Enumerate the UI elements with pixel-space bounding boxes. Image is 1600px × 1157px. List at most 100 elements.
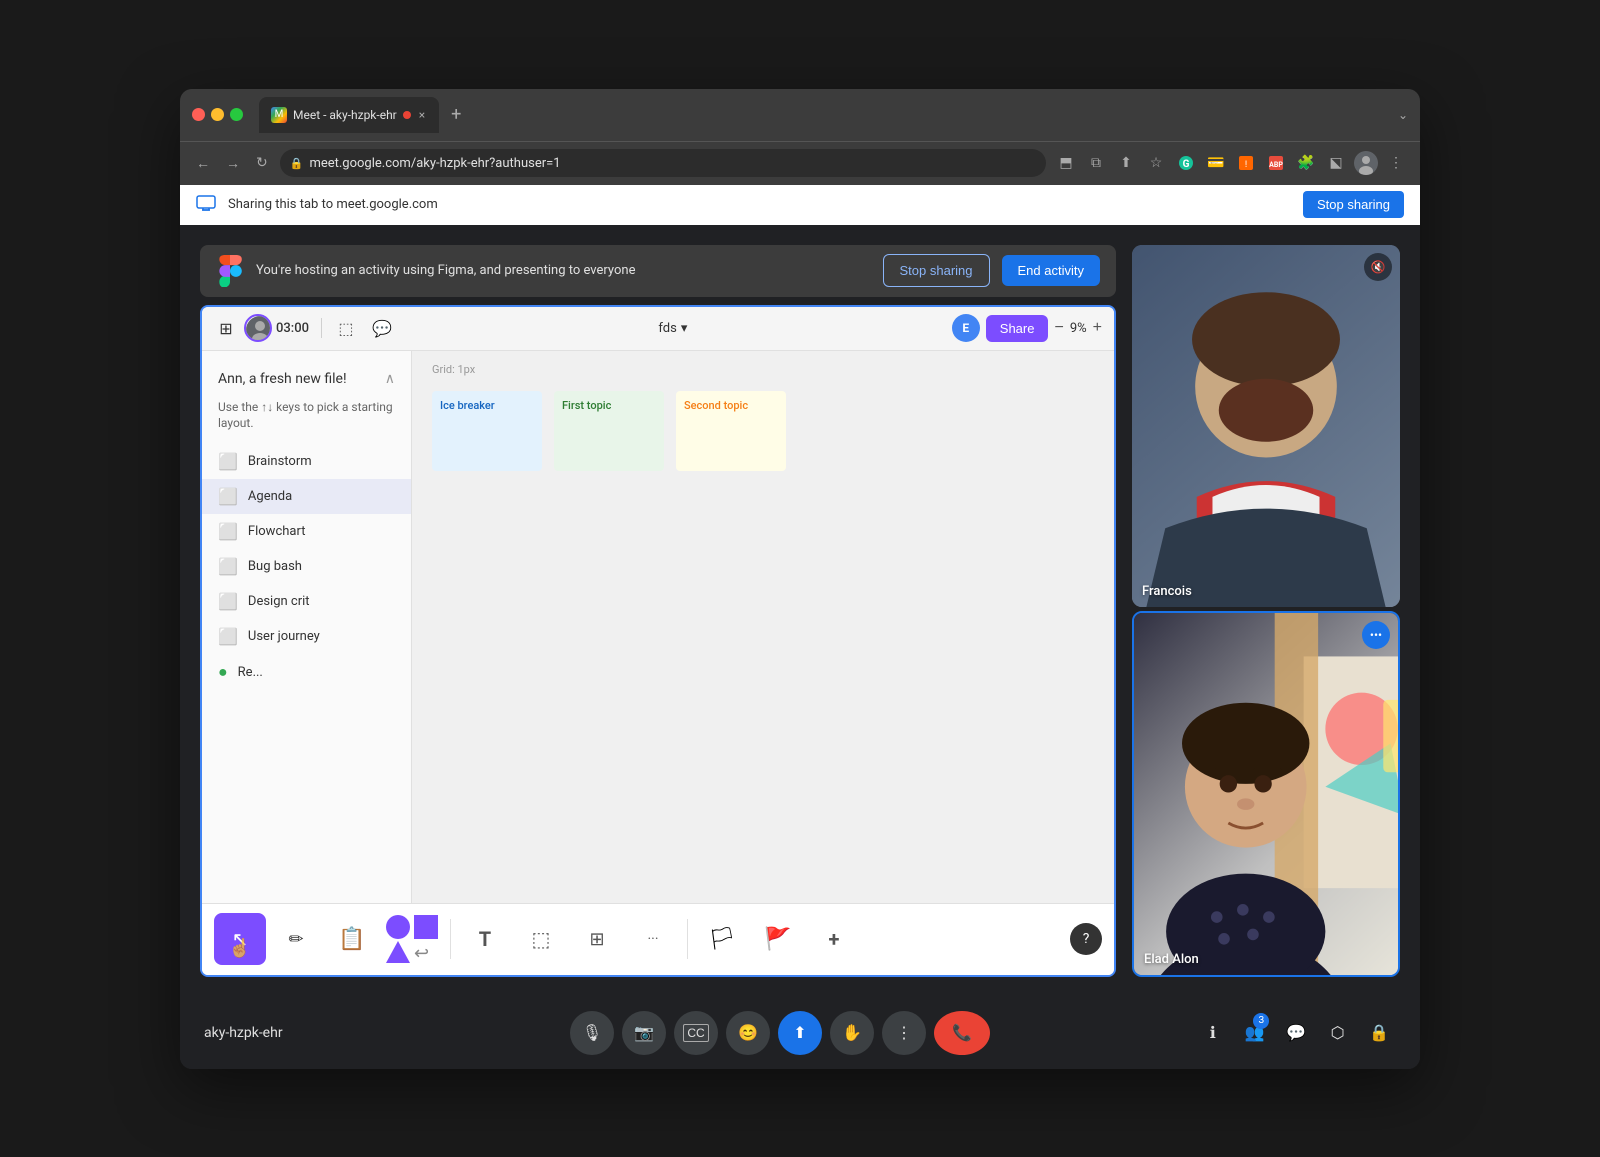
elad-more-button[interactable]: ••• — [1362, 621, 1390, 649]
camera-button[interactable]: 📷 — [622, 1011, 666, 1055]
figma-user-avatar-small — [244, 314, 272, 342]
ext-abp-icon[interactable]: ABP — [1264, 151, 1288, 175]
present-button[interactable]: ⬆ — [778, 1011, 822, 1055]
pip-icon[interactable]: ⧉ — [1084, 151, 1108, 175]
userjourney-icon: ⬜ — [218, 627, 238, 646]
figma-sticker-2[interactable]: 🚩 — [752, 913, 804, 965]
figma-tool-group-right: E Share − 9% + — [952, 314, 1102, 342]
end-activity-button[interactable]: End activity — [1002, 255, 1100, 286]
figma-text-tool[interactable]: T — [459, 913, 511, 965]
figma-tool-group-left: ⊞ 03:00 — [214, 314, 309, 342]
activity-text: You're hosting an activity using Figma, … — [256, 263, 871, 278]
tool-separator-2 — [687, 919, 688, 959]
figma-help-button[interactable]: ? — [1070, 923, 1102, 955]
tool-separator-1 — [450, 919, 451, 959]
sticky-note-secondtopic[interactable]: Second topic — [676, 391, 786, 471]
ext-icon-1[interactable]: ! — [1234, 151, 1258, 175]
sticker2-icon: 🚩 — [764, 927, 791, 952]
activities-button[interactable]: ⬡ — [1321, 1011, 1355, 1055]
text-icon: T — [479, 927, 491, 951]
forward-button[interactable]: → — [222, 151, 244, 176]
stop-sharing-browser-button[interactable]: Stop sharing — [1303, 191, 1404, 218]
figma-zoom-out-button[interactable]: − — [1054, 319, 1063, 337]
cast-icon[interactable]: ⬒ — [1054, 151, 1078, 175]
figma-pencil-tool[interactable]: ✏ — [270, 913, 322, 965]
sidebar-item-userjourney[interactable]: ⬜ User journey — [202, 619, 411, 654]
figma-filename-arrow[interactable]: ▾ — [681, 321, 688, 336]
figma-menu-icon[interactable]: ⊞ — [214, 316, 238, 340]
bookmark-icon[interactable]: ☆ — [1144, 151, 1168, 175]
figma-share-button[interactable]: Share — [986, 315, 1049, 342]
sidebar-item-bugbash[interactable]: ⬜ Bug bash — [202, 549, 411, 584]
chat-icon: 💬 — [1286, 1023, 1306, 1043]
close-window-button[interactable] — [192, 108, 205, 121]
figma-frame-icon[interactable]: ⬚ — [334, 316, 358, 340]
figma-table-tool[interactable]: ⊞ — [571, 913, 623, 965]
circle-shape — [386, 915, 410, 939]
video-name-elad: Elad Alon — [1144, 952, 1199, 967]
figma-more-tools[interactable]: ··· — [627, 913, 679, 965]
refresh-button[interactable]: ↻ — [252, 151, 272, 175]
figma-sticker-1[interactable]: 🏳 — [696, 913, 748, 965]
shapes-icon: 📋 — [338, 927, 365, 952]
share-page-icon[interactable]: ⬆ — [1114, 151, 1138, 175]
back-button[interactable]: ← — [192, 151, 214, 176]
wallet-icon[interactable]: 💳 — [1204, 151, 1228, 175]
people-button[interactable]: 👥 3 — [1238, 1011, 1272, 1055]
svg-text:G: G — [1183, 159, 1190, 170]
stop-sharing-meet-button[interactable]: Stop sharing — [883, 254, 990, 287]
agenda-icon: ⬜ — [218, 487, 238, 506]
square-shape — [414, 915, 438, 939]
chat-button[interactable]: 💬 — [1279, 1011, 1313, 1055]
sticky-note-firsttopic[interactable]: First topic — [554, 391, 664, 471]
sidebar-item-designcrit[interactable]: ⬜ Design crit — [202, 584, 411, 619]
maximize-window-button[interactable] — [230, 108, 243, 121]
more-tools-icon: ··· — [648, 931, 659, 947]
profile-avatar[interactable] — [1354, 151, 1378, 175]
emoji-button[interactable]: 😊 — [726, 1011, 770, 1055]
chrome-menu-icon[interactable]: ⋮ — [1384, 151, 1408, 175]
new-tab-button[interactable]: + — [451, 104, 461, 125]
figma-shapes-tool[interactable]: 📋 — [326, 913, 378, 965]
figma-add-more[interactable]: + — [808, 913, 860, 965]
meeting-info-button[interactable]: ℹ — [1196, 1011, 1230, 1055]
help-icon: ? — [1083, 931, 1090, 947]
sidebar-toggle-icon[interactable]: ⬕ — [1324, 151, 1348, 175]
sidebar-item-brainstorm[interactable]: ⬜ Brainstorm — [202, 444, 411, 479]
end-call-button[interactable]: 📞 — [934, 1011, 990, 1055]
host-controls-button[interactable]: 🔒 — [1362, 1011, 1396, 1055]
url-bar[interactable]: 🔒 meet.google.com/aky-hzpk-ehr?authuser=… — [280, 149, 1046, 177]
arrow-shape: ↩ — [414, 943, 438, 963]
tab-close-button[interactable]: × — [417, 108, 427, 122]
microphone-button[interactable]: 🎙 — [570, 1011, 614, 1055]
sidebar-item-re[interactable]: ● Re... — [202, 654, 411, 690]
figma-canvas: ⊞ 03:00 — [200, 305, 1116, 977]
browser-tab[interactable]: M Meet - aky-hzpk-ehr × — [259, 97, 439, 133]
figma-shapes-group[interactable]: ↩ — [382, 913, 442, 965]
sidebar-item-flowchart[interactable]: ⬜ Flowchart — [202, 514, 411, 549]
figma-zoom-in-button[interactable]: + — [1093, 319, 1102, 337]
meet-main: You're hosting an activity using Figma, … — [180, 225, 1420, 997]
figma-content-area: Ann, a fresh new file! ∧ Use the ↑↓ keys… — [202, 351, 1114, 903]
grammarly-icon[interactable]: G — [1174, 151, 1198, 175]
sticky-note-icebreaker[interactable]: Ice breaker — [432, 391, 542, 471]
figma-frame-tool[interactable]: ⬚ — [515, 913, 567, 965]
figma-select-tool[interactable]: ↖ ☝ — [214, 913, 266, 965]
video-panel-elad: Elad Alon ••• — [1132, 611, 1400, 977]
video-panels: Francois 🔇 — [1132, 245, 1400, 977]
figma-sidebar: Ann, a fresh new file! ∧ Use the ↑↓ keys… — [202, 351, 412, 903]
more-options-button[interactable]: ⋮ — [882, 1011, 926, 1055]
figma-logo — [216, 257, 244, 285]
sidebar-item-agenda[interactable]: ⬜ Agenda — [202, 479, 411, 514]
captions-button[interactable]: CC — [674, 1011, 718, 1055]
maximize-icon: ⌄ — [1398, 108, 1408, 122]
figma-chat-icon[interactable]: 💬 — [370, 316, 394, 340]
bugbash-icon: ⬜ — [218, 557, 238, 576]
extensions-icon[interactable]: 🧩 — [1294, 151, 1318, 175]
sidebar-close-button[interactable]: ∧ — [385, 371, 395, 387]
raise-hand-button[interactable]: ✋ — [830, 1011, 874, 1055]
more-options-icon: ⋮ — [896, 1023, 912, 1043]
francois-mute-icon[interactable]: 🔇 — [1364, 253, 1392, 281]
minimize-window-button[interactable] — [211, 108, 224, 121]
pencil-icon: ✏ — [288, 929, 303, 950]
